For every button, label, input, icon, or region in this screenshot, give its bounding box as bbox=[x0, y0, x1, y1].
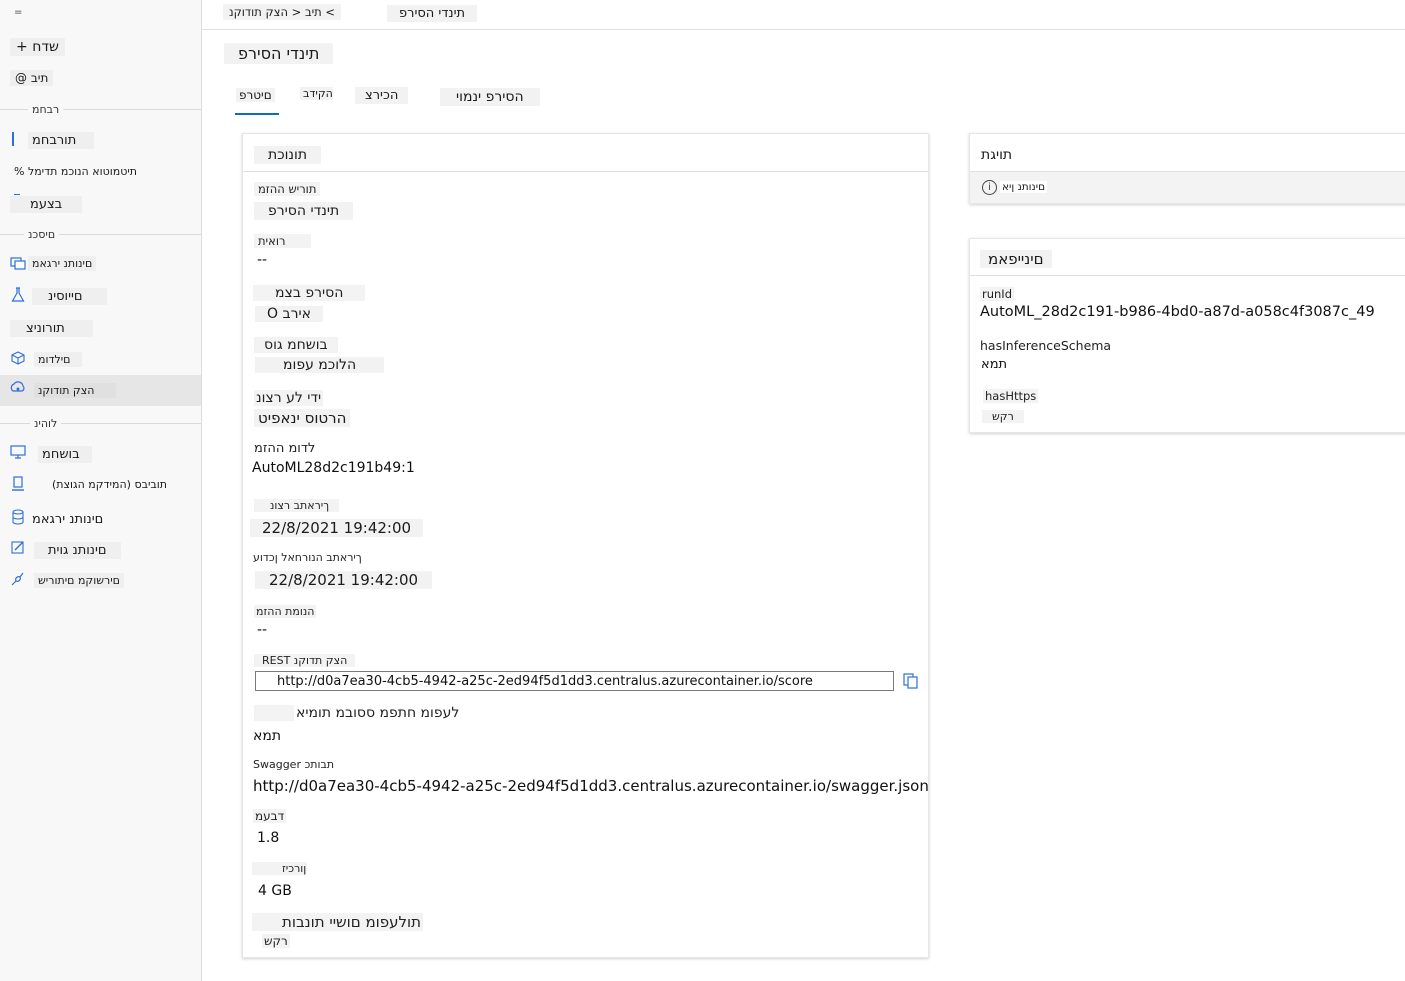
breadcrumb-current: תינדי הסירפ bbox=[387, 5, 478, 22]
memory-value: 4 GB bbox=[258, 883, 292, 899]
memory-label: ןורכיז bbox=[252, 862, 308, 875]
description-label: רואית bbox=[254, 234, 312, 248]
flask-icon bbox=[9, 287, 27, 305]
app-insights-value: רקש bbox=[262, 934, 290, 948]
sidebar-item-label: םירשוקמ םיתוריש bbox=[34, 573, 124, 588]
service-id-value: תינדי הסירפ bbox=[254, 202, 354, 220]
sidebar-item-label: תורבחמ bbox=[28, 132, 95, 149]
section-manage-heading: לוהינ bbox=[30, 417, 62, 430]
divider bbox=[970, 275, 1405, 276]
updated-on-label: ךיראתב הנורחאל ןכדוע bbox=[253, 551, 362, 564]
run-id-label: runId bbox=[980, 287, 1014, 301]
deploy-state-label: הסירפ בצמ bbox=[253, 285, 366, 301]
home-link[interactable]: @ תיב bbox=[10, 70, 54, 86]
created-by-value: הרטוס ינאפיט bbox=[254, 409, 351, 427]
datasets-icon bbox=[9, 256, 27, 274]
sidebar-item-label: םילדומ bbox=[34, 352, 83, 367]
notebook-icon bbox=[12, 132, 14, 146]
sidebar-item-models[interactable]: םילדומ bbox=[0, 345, 201, 377]
has-schema-label: hasInferenceSchema bbox=[980, 338, 1112, 353]
sidebar-item-linked-services[interactable]: םירשוקמ םיתוריש bbox=[0, 566, 201, 598]
page-title: תינדי הסירפ bbox=[224, 43, 334, 64]
properties-heading: םינייפאמ bbox=[980, 250, 1052, 268]
endpoint-icon bbox=[9, 381, 27, 399]
swagger-value[interactable]: http://d0a7ea30-4cb5-4942-a25c-2ed94f5d1… bbox=[253, 777, 929, 795]
deploy-state-value: O אירב bbox=[255, 306, 323, 322]
tab-deployment-logs[interactable]: הסירפ ינמוי bbox=[440, 88, 540, 106]
model-id-label: לדומ ההזמ bbox=[254, 441, 316, 456]
copy-icon[interactable] bbox=[903, 673, 921, 691]
created-by-label: ידי לע רצונ bbox=[254, 390, 324, 406]
compute-type-value: הלוכמ עפומ bbox=[255, 357, 385, 373]
updated-on-value: 22/8/2021 19:42:00 bbox=[255, 571, 433, 589]
sidebar: = + שדח @ תיב רבחמ תורבחמ % תיטמוטוא הנו… bbox=[0, 0, 202, 981]
sidebar-item-label: בושחמ bbox=[38, 446, 92, 463]
app-insights-label: תולעפומ םושיי תונבות bbox=[252, 913, 423, 931]
breadcrumb[interactable]: תיב < הצק תודוקנ < bbox=[223, 4, 342, 20]
attributes-card bbox=[242, 133, 929, 958]
designer-icon bbox=[14, 194, 20, 195]
attributes-heading: תונוכת bbox=[254, 146, 322, 164]
cpu-label: דבעמ bbox=[253, 809, 287, 823]
rest-endpoint-field[interactable] bbox=[255, 671, 894, 691]
active-tab-indicator bbox=[235, 113, 279, 115]
sidebar-item-label: םינותנ גוית bbox=[34, 542, 121, 559]
tab-details[interactable]: םיטרפ bbox=[236, 88, 275, 102]
sidebar-item-label: תורוניצ bbox=[10, 320, 93, 337]
rest-endpoint-label: REST הצק תדוקנ bbox=[254, 654, 356, 667]
swagger-label: Swagger תבותכ bbox=[253, 758, 335, 771]
section-author-heading: רבחמ bbox=[28, 103, 64, 116]
tags-heading: תויגת bbox=[981, 147, 1013, 163]
key-auth-label: לעפומ חתפמ ססובמ תומיא bbox=[254, 705, 462, 721]
has-https-value: רקש bbox=[982, 410, 1024, 423]
run-id-value: AutoML_28d2c191-b986-4bd0-a87d-a058c4f30… bbox=[980, 304, 1375, 320]
edit-icon bbox=[9, 540, 27, 558]
sidebar-item-label: םינותנ ירגאמ bbox=[28, 256, 97, 271]
cpu-value: 1.8 bbox=[257, 830, 280, 846]
computer-icon bbox=[9, 445, 27, 463]
tab-test[interactable]: הקידב bbox=[300, 87, 333, 100]
sidebar-item-label: הצק תודוקנ bbox=[34, 383, 117, 398]
breadcrumb-bar: תיב < הצק תודוקנ < תינדי הסירפ bbox=[202, 0, 1405, 30]
sidebar-item-designer[interactable]: בצעמ bbox=[0, 190, 201, 222]
info-icon: i bbox=[982, 180, 997, 195]
sidebar-item-automl[interactable]: % תיטמוטוא הנוכמ תדימל bbox=[0, 158, 201, 190]
link-icon bbox=[9, 571, 27, 589]
sidebar-item-experiments[interactable]: םייוסינ bbox=[0, 282, 201, 314]
sidebar-item-label: בצעמ bbox=[10, 196, 83, 213]
description-value: -- bbox=[257, 252, 268, 268]
created-on-label: ךיראתב רצונ bbox=[254, 499, 340, 512]
sidebar-item-compute[interactable]: בושחמ bbox=[0, 439, 201, 471]
sidebar-item-pipelines[interactable]: תורוניצ bbox=[0, 314, 201, 346]
new-button[interactable]: + שדח bbox=[10, 38, 65, 56]
sidebar-item-datastores[interactable]: םינותנ ירגאמ bbox=[0, 503, 201, 535]
has-schema-value: תמא bbox=[981, 357, 1008, 372]
cube-icon bbox=[9, 351, 27, 369]
key-auth-value: תמא bbox=[253, 728, 282, 744]
sidebar-item-label: םייוסינ bbox=[32, 288, 107, 305]
sidebar-item-label: % תיטמוטוא הנוכמ תדימל bbox=[10, 164, 142, 179]
sidebar-item-notebooks[interactable]: תורבחמ bbox=[0, 126, 201, 158]
database-icon bbox=[9, 509, 27, 527]
section-assets-heading: םיסכנ bbox=[24, 228, 60, 241]
sidebar-item-label: םינותנ ירגאמ bbox=[28, 511, 108, 528]
sidebar-item-labeling[interactable]: םינותנ גוית bbox=[0, 535, 201, 567]
sidebar-item-endpoints[interactable]: הצק תודוקנ bbox=[0, 375, 201, 406]
created-on-value: 22/8/2021 19:42:00 bbox=[250, 519, 424, 537]
has-https-label: hasHttps bbox=[983, 389, 1039, 403]
compute-type-label: בושחמ גוס bbox=[254, 337, 338, 353]
sidebar-item-label: (המידקמ הגוצת) תוביבס bbox=[48, 477, 172, 492]
sidebar-item-datasets[interactable]: םינותנ ירגאמ bbox=[0, 250, 201, 282]
hamburger-icon[interactable]: = bbox=[14, 7, 22, 18]
model-id-value: AutoML28d2c191b49:1 bbox=[252, 460, 415, 476]
environment-icon bbox=[9, 476, 27, 494]
tags-empty-text: םינותנ ןיא bbox=[1000, 181, 1048, 193]
sidebar-item-environments[interactable]: (המידקמ הגוצת) תוביבס bbox=[0, 470, 201, 502]
divider bbox=[243, 171, 928, 172]
tab-consume[interactable]: הכירצ bbox=[355, 87, 409, 104]
service-id-label: תוריש ההזמ bbox=[254, 182, 321, 196]
image-id-value: -- bbox=[257, 622, 268, 638]
image-id-label: הנומת ההזמ bbox=[254, 605, 317, 618]
